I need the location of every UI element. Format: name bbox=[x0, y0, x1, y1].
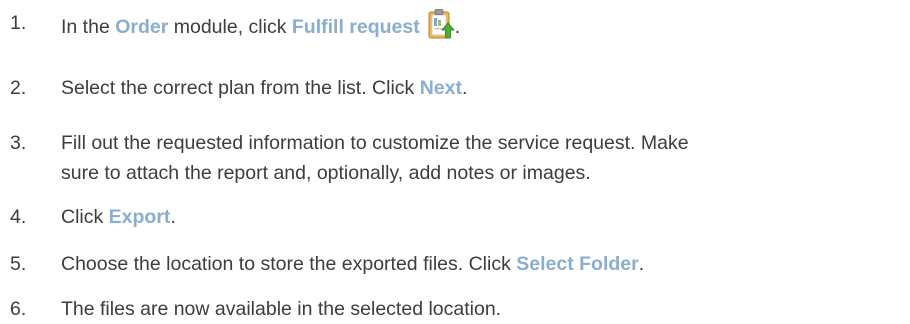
step-number: 6. bbox=[10, 298, 27, 320]
step-number: 4. bbox=[10, 206, 27, 228]
step-text: Choose the location to store the exporte… bbox=[61, 253, 645, 275]
step-number: 5. bbox=[10, 253, 27, 275]
step-4: 4. Click Export. bbox=[0, 202, 910, 232]
step-number: 3. bbox=[10, 132, 27, 154]
step-number: 2. bbox=[10, 77, 27, 99]
ui-term-next: Next bbox=[419, 77, 462, 99]
step-5: 5. Choose the location to store the expo… bbox=[0, 249, 910, 279]
step-text: Select the correct plan from the list. C… bbox=[61, 77, 468, 99]
step-text-line-1: Fill out the requested information to cu… bbox=[61, 132, 689, 154]
step-text: Fill out the requested information to cu… bbox=[61, 128, 910, 188]
step-6: 6. The files are now available in the se… bbox=[0, 294, 910, 324]
ui-term-order: Order bbox=[115, 16, 169, 38]
ui-term-export: Export bbox=[108, 206, 171, 228]
instruction-steps: 1. In the Order module, click Fulfill re… bbox=[0, 0, 910, 323]
step-2: 2. Select the correct plan from the list… bbox=[0, 73, 910, 103]
step-text: Click Export. bbox=[61, 206, 176, 228]
step-text: The files are now available in the selec… bbox=[61, 298, 502, 320]
step-3: 3. Fill out the requested information to… bbox=[0, 128, 910, 188]
clipboard-upload-icon bbox=[427, 8, 455, 40]
step-text-line-2: sure to attach the report and, optionall… bbox=[61, 162, 591, 184]
step-number: 1. bbox=[10, 12, 27, 34]
ui-term-fulfill-request: Fulfill request bbox=[291, 16, 420, 38]
ui-term-select-folder: Select Folder bbox=[516, 253, 639, 275]
step-text: In the Order module, click Fulfill reque… bbox=[61, 8, 910, 42]
step-1: 1. In the Order module, click Fulfill re… bbox=[0, 8, 910, 42]
